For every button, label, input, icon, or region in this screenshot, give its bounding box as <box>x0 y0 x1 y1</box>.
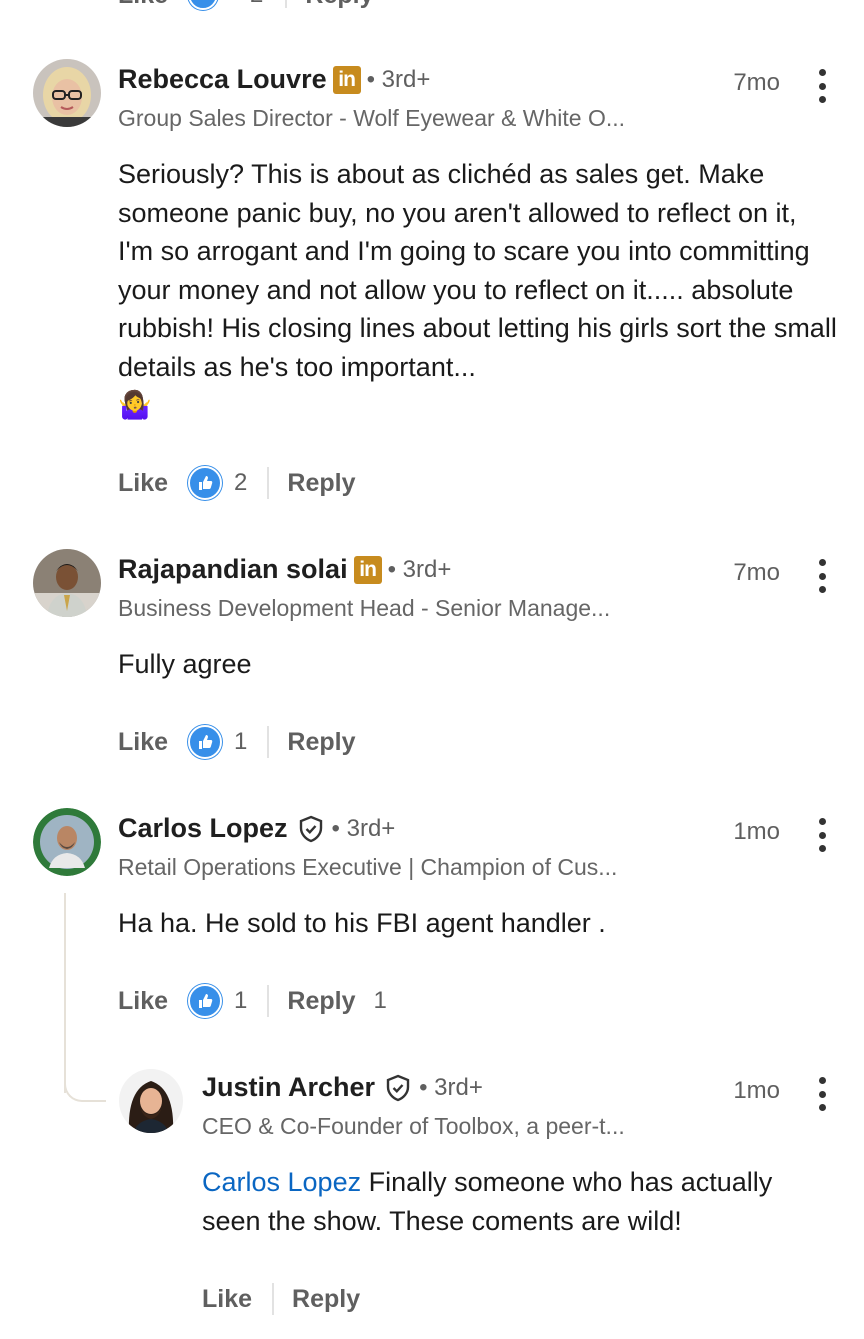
divider <box>272 1283 275 1315</box>
more-options-icon[interactable] <box>812 818 832 852</box>
comment-text: Fully agree <box>118 649 252 679</box>
divider <box>267 467 270 499</box>
reply-button[interactable]: Reply <box>305 0 373 10</box>
like-count[interactable]: 1 <box>234 728 247 756</box>
avatar[interactable] <box>119 1069 183 1133</box>
linkedin-premium-icon: in <box>353 555 382 584</box>
verified-shield-icon <box>386 1074 410 1101</box>
comment-time: 7mo <box>733 69 780 96</box>
connection-degree: • 3rd+ <box>331 814 396 842</box>
reply-button[interactable]: Reply <box>287 469 355 498</box>
verified-shield-icon <box>299 815 322 842</box>
reply-text: Carlos Lopez Finally someone who has act… <box>202 1163 838 1240</box>
author-name[interactable]: Justin Archer <box>202 1072 375 1103</box>
like-button[interactable]: Like <box>118 0 168 10</box>
thread-connector <box>64 1060 106 1102</box>
comment-actions: Like 1 Reply <box>118 722 355 762</box>
comment-actions: Like 1 Reply 1 <box>118 981 387 1021</box>
comment-time: 7mo <box>733 559 780 586</box>
like-reaction-icon <box>188 984 223 1018</box>
comment-time: 1mo <box>733 818 780 845</box>
divider <box>267 985 270 1017</box>
like-button[interactable]: Like <box>202 1285 252 1314</box>
more-options-icon[interactable] <box>812 69 832 103</box>
comment-author-row: Rajapandian solai in • 3rd+ <box>118 554 451 585</box>
avatar[interactable] <box>33 549 101 617</box>
comment-actions: Like 2 Reply <box>118 463 355 503</box>
divider <box>285 0 288 8</box>
comment-author-row: Rebecca Louvre in • 3rd+ <box>118 64 430 95</box>
comment-text: Seriously? This is about as clichéd as s… <box>118 155 838 425</box>
author-name[interactable]: Rebecca Louvre <box>118 64 327 95</box>
author-headline: Retail Operations Executive | Champion o… <box>118 854 618 880</box>
avatar[interactable] <box>33 59 101 127</box>
like-count[interactable]: 1 <box>234 987 247 1015</box>
author-name[interactable]: Carlos Lopez <box>118 813 288 844</box>
reply-author-row: Justin Archer • 3rd+ <box>202 1072 483 1103</box>
author-headline: CEO & Co-Founder of Toolbox, a peer-t... <box>202 1113 625 1139</box>
comment-time: 1mo <box>733 1077 780 1104</box>
linkedin-premium-icon: in <box>332 65 361 94</box>
comment-text: Ha ha. He sold to his FBI agent handler … <box>118 908 606 938</box>
more-options-icon[interactable] <box>812 1077 832 1111</box>
connection-degree: • 3rd+ <box>387 555 452 583</box>
like-count[interactable]: 2 <box>234 469 247 497</box>
shrug-emoji: 🤷‍♀️ <box>118 390 152 420</box>
author-headline: Business Development Head - Senior Manag… <box>118 595 611 621</box>
author-name[interactable]: Rajapandian solai <box>118 554 348 585</box>
connection-degree: • 3rd+ <box>419 1073 483 1101</box>
comment-body: Seriously? This is about as clichéd as s… <box>118 159 837 382</box>
like-reaction-icon <box>188 0 219 10</box>
like-button[interactable]: Like <box>118 469 168 498</box>
reply-actions: Like Reply <box>202 1279 360 1319</box>
reply-button[interactable]: Reply <box>287 728 355 757</box>
like-count: 2 <box>250 0 263 9</box>
more-options-icon[interactable] <box>812 559 832 593</box>
reply-button[interactable]: Reply <box>287 987 355 1016</box>
author-headline: Group Sales Director - Wolf Eyewear & Wh… <box>118 105 626 131</box>
previous-comment-actions: Like 2 Reply <box>118 0 373 10</box>
comment-author-row: Carlos Lopez • 3rd+ <box>118 813 395 844</box>
like-button[interactable]: Like <box>118 987 168 1016</box>
avatar[interactable] <box>33 808 101 876</box>
reply-count[interactable]: 1 <box>373 987 386 1015</box>
like-button[interactable]: Like <box>118 728 168 757</box>
reply-button[interactable]: Reply <box>292 1285 360 1314</box>
like-reaction-icon <box>188 725 223 759</box>
connection-degree: • 3rd+ <box>366 65 431 93</box>
divider <box>267 726 270 758</box>
mention-link[interactable]: Carlos Lopez <box>202 1167 361 1197</box>
like-reaction-icon <box>188 466 223 500</box>
